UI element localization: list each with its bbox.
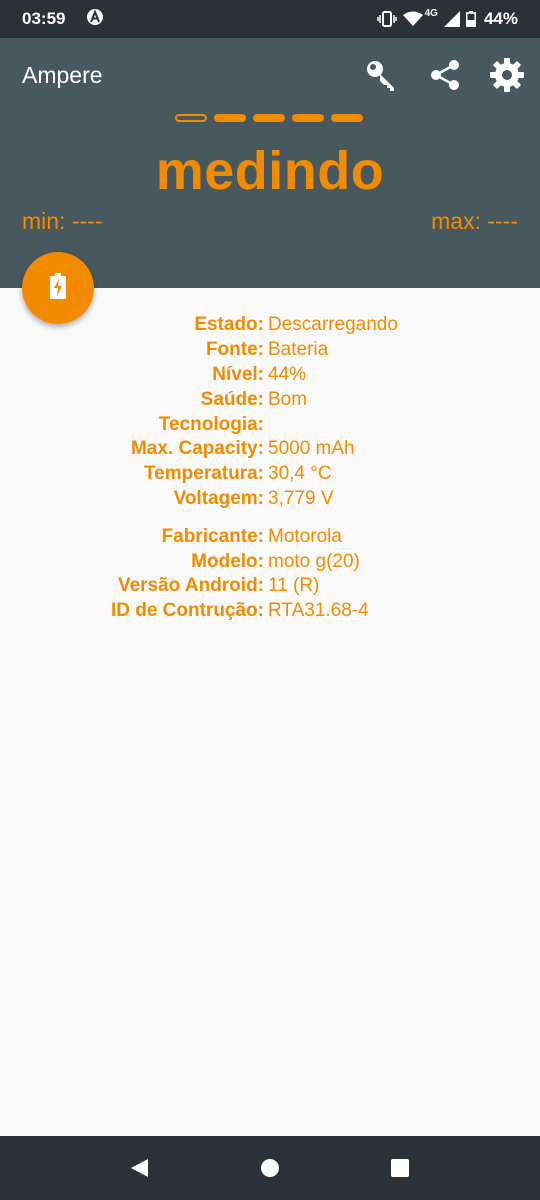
notification-a-icon xyxy=(86,8,104,26)
info-label: Fabricante: xyxy=(161,525,264,547)
measure-status: medindo xyxy=(155,141,385,201)
info-value: 30,4 °C xyxy=(268,463,332,485)
info-row-fonte: Fonte: Bateria xyxy=(0,338,540,363)
info-value: 11 (R) xyxy=(268,575,320,597)
app-title: Ampere xyxy=(22,62,103,88)
info-value: 44% xyxy=(268,363,307,385)
info-label: Temperatura: xyxy=(143,463,264,485)
status-right-group: 4G 44% xyxy=(376,7,518,30)
status-bar: 03:59 4G 44% xyxy=(0,0,540,38)
vibrate-icon xyxy=(376,11,397,27)
info-row-temperatura: Temperatura: 30,4 °C xyxy=(0,462,540,487)
info-row-tecnologia: Tecnologia: xyxy=(0,412,540,437)
status-time: 03:59 xyxy=(22,9,66,28)
info-label: Tecnologia: xyxy=(158,413,264,435)
navigation-bar xyxy=(0,1136,540,1200)
home-icon[interactable] xyxy=(258,1156,282,1180)
info-value: Bom xyxy=(268,388,308,410)
max-value: max: ---- xyxy=(431,208,518,234)
info-value: 5000 mAh xyxy=(268,438,355,460)
info-value: 3,779 V xyxy=(268,487,334,509)
min-value: min: ---- xyxy=(22,208,103,234)
measurement-progress-indicator xyxy=(175,114,363,122)
info-label: Nível: xyxy=(212,363,264,385)
info-label: ID de Contrução: xyxy=(110,600,264,622)
recents-icon[interactable] xyxy=(388,1156,412,1180)
info-label: Modelo: xyxy=(191,550,264,572)
info-row-versao-android: Versão Android: 11 (R) xyxy=(0,574,540,599)
indicator-dash xyxy=(214,114,246,122)
info-value: moto g(20) xyxy=(268,550,360,572)
info-row-estado: Estado: Descarregando xyxy=(0,313,540,338)
indicator-dash xyxy=(292,114,324,122)
info-row-nivel: Nível: 44% xyxy=(0,363,540,388)
back-icon[interactable] xyxy=(127,1156,151,1180)
key-icon[interactable] xyxy=(362,56,400,94)
info-value: Bateria xyxy=(268,339,329,361)
battery-status-icon xyxy=(465,11,476,27)
info-label: Saúde: xyxy=(200,388,264,410)
info-row-modelo: Modelo: moto g(20) xyxy=(0,549,540,574)
indicator-dash xyxy=(253,114,285,122)
info-label: Max. Capacity: xyxy=(130,438,264,460)
info-panel: Estado: Descarregando Fonte: Bateria Nível… xyxy=(0,313,540,624)
info-row-saude: Saúde: Bom xyxy=(0,387,540,412)
signal-icon xyxy=(443,11,460,27)
info-row-id-construcao: ID de Contrução: RTA31.68-4 xyxy=(0,599,540,624)
settings-gear-icon[interactable] xyxy=(488,56,526,94)
info-row-max-capacity: Max. Capacity: 5000 mAh xyxy=(0,437,540,462)
indicator-dash xyxy=(331,114,363,122)
info-label: Versão Android: xyxy=(117,575,264,597)
network-type-label: 4G xyxy=(424,7,438,19)
info-label: Fonte: xyxy=(205,339,264,361)
battery-charging-icon xyxy=(50,272,66,304)
app-header: Ampere medindo min: ---- max: ---- xyxy=(0,38,540,288)
battery-percent: 44% xyxy=(483,9,518,28)
wifi-icon xyxy=(402,11,423,27)
info-row-voltagem: Voltagem: 3,779 V xyxy=(0,487,540,512)
info-value: Descarregando xyxy=(268,314,398,336)
info-value: RTA31.68-4 xyxy=(268,600,369,622)
info-row-fabricante: Fabricante: Motorola xyxy=(0,524,540,549)
indicator-dash xyxy=(175,114,207,122)
info-label: Estado: xyxy=(194,314,264,336)
share-icon[interactable] xyxy=(426,56,464,94)
info-value: Motorola xyxy=(268,525,342,547)
info-label: Voltagem: xyxy=(173,487,264,509)
